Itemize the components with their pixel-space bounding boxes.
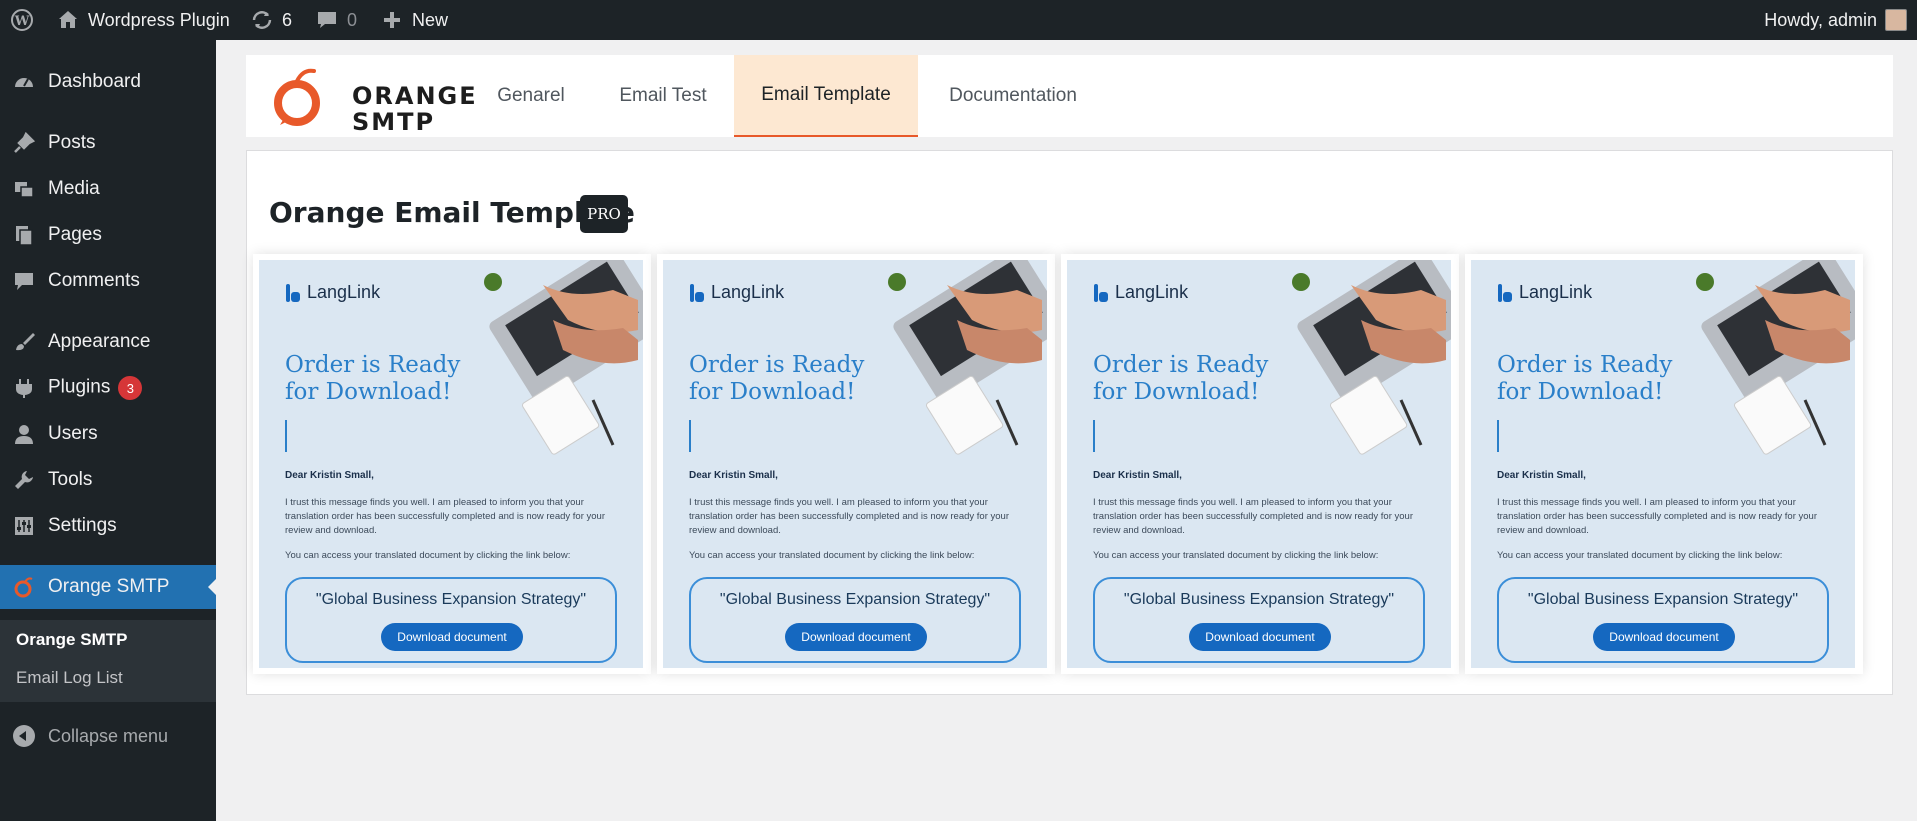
pages-icon xyxy=(12,223,36,247)
comments-link[interactable]: 0 xyxy=(315,0,357,40)
updates-link[interactable]: 6 xyxy=(250,0,292,40)
langlink-logo: LangLink xyxy=(285,282,380,303)
dashboard-icon xyxy=(12,70,36,94)
laptop-illustration xyxy=(1292,260,1451,455)
orange-logo-icon xyxy=(274,68,320,126)
template-preview: LangLink Order is Ready for Download! De… xyxy=(1067,260,1451,668)
template-preview: LangLink Order is Ready for Download! De… xyxy=(663,260,1047,668)
admin-bar: W Wordpress Plugin 6 0 New Howdy, admin xyxy=(0,0,1917,40)
avatar xyxy=(1885,9,1907,31)
collapse-menu-button[interactable]: Collapse menu xyxy=(0,716,216,756)
langlink-logo: LangLink xyxy=(1093,282,1188,303)
laptop-illustration xyxy=(484,260,643,455)
wrench-icon xyxy=(12,468,36,492)
plus-icon xyxy=(384,12,400,28)
download-document-button: Download document xyxy=(381,623,523,651)
sidebar-item-appearance[interactable]: Appearance xyxy=(0,320,216,364)
download-document-button: Download document xyxy=(1189,623,1331,651)
plugin-header: ORANGE SMTP Genarel Email Test Email Tem… xyxy=(246,55,1893,137)
collapse-icon xyxy=(13,725,35,747)
site-name: Wordpress Plugin xyxy=(88,9,230,30)
wordpress-logo-icon[interactable]: W xyxy=(10,0,34,40)
tab-email-template[interactable]: Email Template xyxy=(734,55,918,137)
pro-badge: PRO xyxy=(580,195,628,233)
langlink-icon xyxy=(690,283,704,302)
template-panel: Orange Email Template PRO LangLink Order… xyxy=(246,150,1893,695)
template-card[interactable]: LangLink Order is Ready for Download! De… xyxy=(253,254,651,674)
laptop-illustration xyxy=(1696,260,1855,455)
sidebar-item-users[interactable]: Users xyxy=(0,412,216,456)
template-card[interactable]: LangLink Order is Ready for Download! De… xyxy=(1061,254,1459,674)
template-card[interactable]: LangLink Order is Ready for Download! De… xyxy=(1465,254,1863,674)
pin-icon xyxy=(12,131,36,155)
active-menu-arrow xyxy=(208,579,216,595)
sidebar-item-comments[interactable]: Comments xyxy=(0,259,216,303)
sidebar-item-settings[interactable]: Settings xyxy=(0,504,216,548)
comments-count: 0 xyxy=(347,9,358,30)
laptop-illustration xyxy=(888,260,1047,455)
sidebar-item-plugins[interactable]: Plugins 3 xyxy=(0,366,216,410)
sidebar-item-media[interactable]: Media xyxy=(0,167,216,211)
plugin-update-badge: 3 xyxy=(118,376,143,400)
site-name-link[interactable]: Wordpress Plugin xyxy=(56,0,230,40)
tab-general[interactable]: Genarel xyxy=(470,55,592,137)
submenu-item-email-log-list[interactable]: Email Log List xyxy=(16,668,123,688)
langlink-icon xyxy=(1094,283,1108,302)
comment-icon xyxy=(12,269,36,293)
sidebar-item-posts[interactable]: Posts xyxy=(0,121,216,165)
admin-sidebar: Dashboard Posts Media Pages Comments App… xyxy=(0,40,216,821)
orange-smtp-logo: ORANGE SMTP xyxy=(272,61,476,135)
sidebar-item-orange-smtp[interactable]: Orange SMTP xyxy=(0,565,216,609)
user-icon xyxy=(12,422,36,446)
tab-email-test[interactable]: Email Test xyxy=(592,55,734,137)
media-icon xyxy=(12,177,36,201)
settings-icon xyxy=(12,514,36,538)
updates-count: 6 xyxy=(282,9,293,30)
home-icon xyxy=(59,11,77,28)
langlink-icon xyxy=(1498,283,1512,302)
brush-icon xyxy=(12,330,36,354)
sidebar-item-dashboard[interactable]: Dashboard xyxy=(0,60,216,104)
langlink-logo: LangLink xyxy=(689,282,784,303)
sidebar-item-tools[interactable]: Tools xyxy=(0,458,216,502)
langlink-icon xyxy=(286,283,300,302)
sidebar-item-pages[interactable]: Pages xyxy=(0,213,216,257)
template-preview: LangLink Order is Ready for Download! De… xyxy=(259,260,643,668)
new-content-link[interactable]: New xyxy=(380,0,448,40)
orange-smtp-submenu: Orange SMTP Email Log List xyxy=(0,620,216,702)
svg-text:W: W xyxy=(14,14,30,29)
howdy-text: Howdy, admin xyxy=(1764,9,1877,30)
tab-documentation[interactable]: Documentation xyxy=(918,55,1108,137)
orange-icon xyxy=(12,575,36,599)
comment-bubble-icon xyxy=(318,12,336,28)
submenu-item-orange-smtp[interactable]: Orange SMTP xyxy=(16,630,127,650)
template-card[interactable]: LangLink Order is Ready for Download! De… xyxy=(657,254,1055,674)
new-label: New xyxy=(412,9,449,30)
langlink-logo: LangLink xyxy=(1497,282,1592,303)
plugin-icon xyxy=(12,376,36,400)
account-menu[interactable]: Howdy, admin xyxy=(1764,0,1907,40)
updates-icon xyxy=(252,11,272,29)
download-document-button: Download document xyxy=(785,623,927,651)
download-document-button: Download document xyxy=(1593,623,1735,651)
template-preview: LangLink Order is Ready for Download! De… xyxy=(1471,260,1855,668)
